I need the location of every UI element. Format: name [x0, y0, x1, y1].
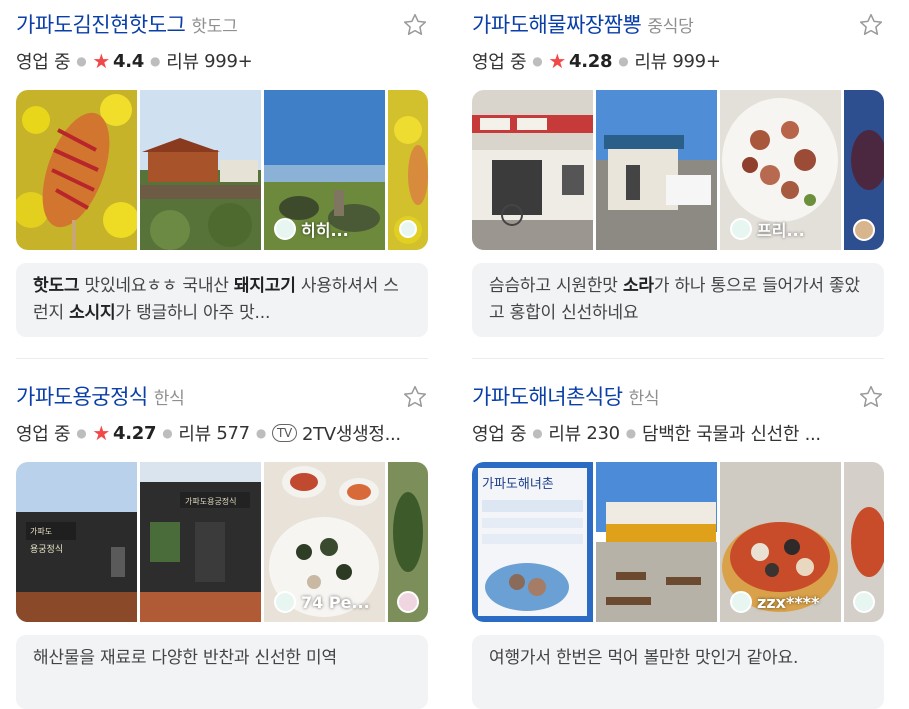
review-label: 리뷰 — [178, 424, 211, 445]
separator-dot: ● — [532, 426, 543, 440]
star-filled-icon: ★ — [92, 49, 111, 73]
user-avatar-icon — [730, 218, 752, 240]
photo-thumbnail[interactable]: 74 Pe... — [264, 462, 385, 622]
review-count: 999+ — [204, 50, 253, 72]
photo-thumbnail[interactable]: 프리... — [720, 90, 841, 250]
photo-thumbnail[interactable] — [388, 462, 428, 622]
review-snippet[interactable]: 여행가서 한번은 먹어 볼만한 맛인거 같아요. — [472, 635, 884, 709]
review-label: 리뷰 — [634, 52, 667, 73]
star-filled-icon: ★ — [92, 421, 111, 445]
place-category: 핫도그 — [191, 17, 238, 37]
photo-thumbnail[interactable] — [388, 90, 428, 250]
rating-value: 4.4 — [113, 50, 145, 72]
title-row: 가파도해녀촌식당 한식 — [472, 372, 884, 418]
review-count: 999+ — [672, 50, 721, 72]
open-status: 영업 중 — [16, 52, 71, 73]
separator-dot: ● — [532, 54, 543, 68]
user-avatar-icon — [274, 218, 296, 240]
rating-value: 4.27 — [113, 422, 157, 444]
photo-thumbnail[interactable]: zzx**** — [720, 462, 841, 622]
photo-strip[interactable]: 가파도 용궁정식 가파도용궁정식 74 Pe... — [16, 462, 428, 622]
place-meta: 영업 중 ● ★ 4.27 ● 리뷰 577 ● TV 2TV생생정... — [16, 418, 428, 448]
photo-strip[interactable]: 히히... — [16, 90, 428, 250]
tv-program: 2TV생생정... — [301, 424, 401, 445]
place-meta: 영업 중 ● ★ 4.28 ● 리뷰 999+ — [472, 46, 884, 76]
svg-text:용궁정식: 용궁정식 — [30, 544, 63, 555]
user-avatar-icon — [730, 591, 752, 613]
review-count: 577 — [216, 422, 250, 444]
review-snippet[interactable]: 슴슴하고 시원한맛 소라가 하나 통으로 들어가서 좋았고 홍합이 신선하네요 — [472, 263, 884, 337]
separator-dot: ● — [618, 54, 629, 68]
open-status: 영업 중 — [472, 52, 527, 73]
svg-text:가파도해녀촌: 가파도해녀촌 — [482, 477, 554, 492]
photo-thumbnail[interactable] — [16, 90, 137, 250]
photo-thumbnail[interactable] — [472, 90, 593, 250]
place-category: 중식당 — [647, 17, 694, 37]
photo-label: 74 Pe... — [274, 591, 370, 613]
star-filled-icon: ★ — [548, 49, 567, 73]
place-category: 한식 — [628, 389, 660, 409]
photo-label: 프리... — [730, 217, 805, 241]
photo-thumbnail[interactable] — [844, 462, 884, 622]
tv-badge-icon: TV — [272, 424, 297, 442]
separator-dot: ● — [625, 426, 636, 440]
review-snippet[interactable]: 해산물을 재료로 다양한 반찬과 신선한 미역 — [16, 635, 428, 709]
divider — [16, 358, 428, 359]
photo-thumbnail[interactable] — [596, 90, 717, 250]
place-name[interactable]: 가파도해물짜장짬뽕 중식당 — [472, 9, 694, 39]
photo-thumbnail[interactable] — [844, 90, 884, 250]
separator-dot: ● — [76, 426, 87, 440]
separator-dot: ● — [255, 426, 266, 440]
star-outline-icon[interactable] — [858, 384, 884, 410]
rating-value: 4.28 — [569, 50, 613, 72]
photo-thumbnail[interactable] — [140, 90, 261, 250]
star-outline-icon[interactable] — [402, 384, 428, 410]
separator-dot: ● — [76, 54, 87, 68]
place-category: 한식 — [153, 389, 185, 409]
open-status: 영업 중 — [472, 424, 527, 445]
photo-thumbnail[interactable]: 가파도용궁정식 — [140, 462, 261, 622]
photo-strip[interactable]: 프리... — [472, 90, 884, 250]
divider — [472, 358, 884, 359]
photo-strip[interactable]: 가파도해녀촌 zzx**** — [472, 462, 884, 622]
photo-thumbnail[interactable] — [596, 462, 717, 622]
star-outline-icon[interactable] — [858, 12, 884, 38]
svg-text:가파도용궁정식: 가파도용궁정식 — [185, 496, 237, 506]
photo-thumbnail[interactable]: 히히... — [264, 90, 385, 250]
place-name[interactable]: 가파도해녀촌식당 한식 — [472, 381, 660, 411]
place-meta: 영업 중 ● ★ 4.4 ● 리뷰 999+ — [16, 46, 428, 76]
place-meta: 영업 중 ● 리뷰 230 ● 담백한 국물과 신선한 ... — [472, 418, 884, 448]
user-avatar-icon — [274, 591, 296, 613]
place-name[interactable]: 가파도김진현핫도그 핫도그 — [16, 9, 238, 39]
separator-dot: ● — [150, 54, 161, 68]
svg-text:가파도: 가파도 — [30, 527, 52, 536]
place-keyword: 담백한 국물과 신선한 ... — [641, 424, 821, 445]
place-card[interactable]: 가파도해물짜장짬뽕 중식당 영업 중 ● ★ 4.28 ● 리뷰 999+ 프리.… — [472, 0, 884, 337]
review-count: 230 — [586, 422, 620, 444]
place-card[interactable]: 가파도용궁정식 한식 영업 중 ● ★ 4.27 ● 리뷰 577 ● TV 2TV… — [16, 372, 428, 709]
review-snippet[interactable]: 핫도그 맛있네요ㅎㅎ 국내산 돼지고기 사용하셔서 스런지 소시지가 탱글하니 … — [16, 263, 428, 337]
review-label: 리뷰 — [548, 424, 581, 445]
place-card[interactable]: 가파도김진현핫도그 핫도그 영업 중 ● ★ 4.4 ● 리뷰 999+ 히히..… — [16, 0, 428, 337]
place-name[interactable]: 가파도용궁정식 한식 — [16, 381, 185, 411]
place-card[interactable]: 가파도해녀촌식당 한식 영업 중 ● 리뷰 230 ● 담백한 국물과 신선한 .… — [472, 372, 884, 709]
open-status: 영업 중 — [16, 424, 71, 445]
photo-thumbnail[interactable]: 가파도용궁정식 — [16, 462, 137, 622]
separator-dot: ● — [162, 426, 173, 440]
title-row: 가파도용궁정식 한식 — [16, 372, 428, 418]
review-label: 리뷰 — [166, 52, 199, 73]
photo-thumbnail[interactable]: 가파도해녀촌 — [472, 462, 593, 622]
title-row: 가파도해물짜장짬뽕 중식당 — [472, 0, 884, 46]
title-row: 가파도김진현핫도그 핫도그 — [16, 0, 428, 46]
star-outline-icon[interactable] — [402, 12, 428, 38]
photo-label: 히히... — [274, 217, 349, 241]
photo-label: zzx**** — [730, 591, 819, 613]
